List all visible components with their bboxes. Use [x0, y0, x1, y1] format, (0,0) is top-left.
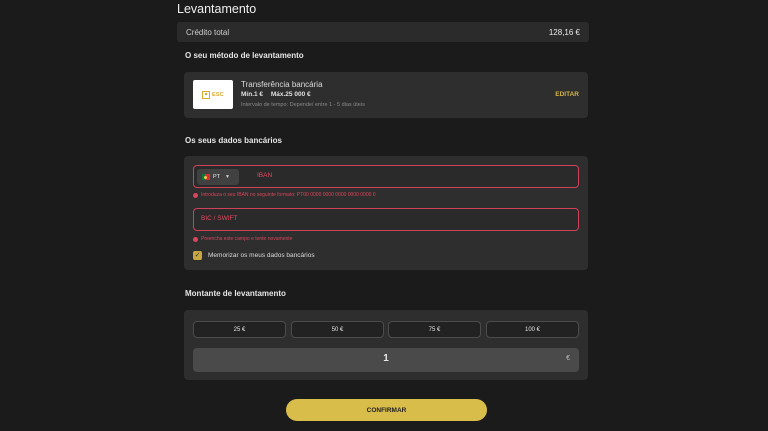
bic-placeholder: BIC / SWIFT: [201, 215, 238, 222]
confirm-button[interactable]: CONFIRMAR: [286, 399, 487, 421]
bic-error-text: Preencha este campo e tente novamente: [201, 236, 293, 242]
page-title: Levantamento: [177, 2, 257, 16]
edit-method-button[interactable]: EDITAR: [555, 91, 579, 98]
remember-label: Memorizar os meus dados bancários: [208, 252, 315, 259]
credit-value: 128,16 €: [548, 27, 580, 37]
country-select[interactable]: PT ▼: [197, 169, 239, 185]
withdrawal-method-card: ESC Transferência bancária Mín.1 € Máx.2…: [184, 72, 588, 118]
method-processing-time: Intervalo de tempo: Depende/ entre 1 - 5…: [241, 102, 365, 108]
preset-amount-button[interactable]: 75 €: [388, 321, 481, 338]
credit-label: Crédito total: [186, 27, 230, 37]
method-name: Transferência bancária: [241, 80, 323, 89]
preset-amount-button[interactable]: 25 €: [193, 321, 286, 338]
method-limits: Mín.1 € Máx.25 000 €: [241, 91, 317, 98]
amount-input[interactable]: 1 €: [193, 348, 579, 372]
method-min: Mín.1 €: [241, 91, 264, 98]
amount-value: 1: [383, 353, 389, 364]
iban-error: Introduza o seu IBAN no seguinte formato…: [193, 192, 376, 198]
currency-symbol: €: [566, 355, 570, 362]
bank-section-title: Os seus dados bancários: [185, 136, 282, 145]
country-code: PT: [213, 174, 221, 180]
remember-checkbox[interactable]: ✓: [193, 251, 202, 260]
preset-amount-button[interactable]: 50 €: [291, 321, 384, 338]
remember-bank-details[interactable]: ✓ Memorizar os meus dados bancários: [193, 251, 315, 260]
error-icon: [193, 236, 198, 242]
method-section-title: O seu método de levantamento: [185, 51, 304, 60]
preset-amount-button[interactable]: 100 €: [486, 321, 579, 338]
bank-details-card: PT ▼ IBAN Introduza o seu IBAN no seguin…: [184, 156, 588, 270]
total-credit-row: Crédito total 128,16 €: [177, 22, 589, 42]
amount-card: 25 € 50 € 75 € 100 € 1 €: [184, 310, 588, 380]
iban-field[interactable]: PT ▼ IBAN: [193, 165, 579, 188]
amount-section-title: Montante de levantamento: [185, 289, 286, 298]
bic-swift-field[interactable]: BIC / SWIFT: [193, 208, 579, 231]
iban-placeholder: IBAN: [257, 172, 273, 179]
withdrawal-page: Levantamento Crédito total 128,16 € O se…: [0, 0, 768, 431]
portugal-flag-icon: [202, 174, 210, 180]
chevron-down-icon: ▼: [225, 174, 230, 180]
bank-transfer-logo: ESC: [193, 80, 233, 109]
iban-error-text: Introduza o seu IBAN no seguinte formato…: [201, 192, 376, 198]
method-max: Máx.25 000 €: [270, 91, 311, 98]
bank-icon: [202, 90, 211, 99]
bic-error: Preencha este campo e tente novamente: [193, 236, 292, 242]
error-icon: [193, 192, 198, 198]
logo-text: ESC: [212, 91, 224, 98]
